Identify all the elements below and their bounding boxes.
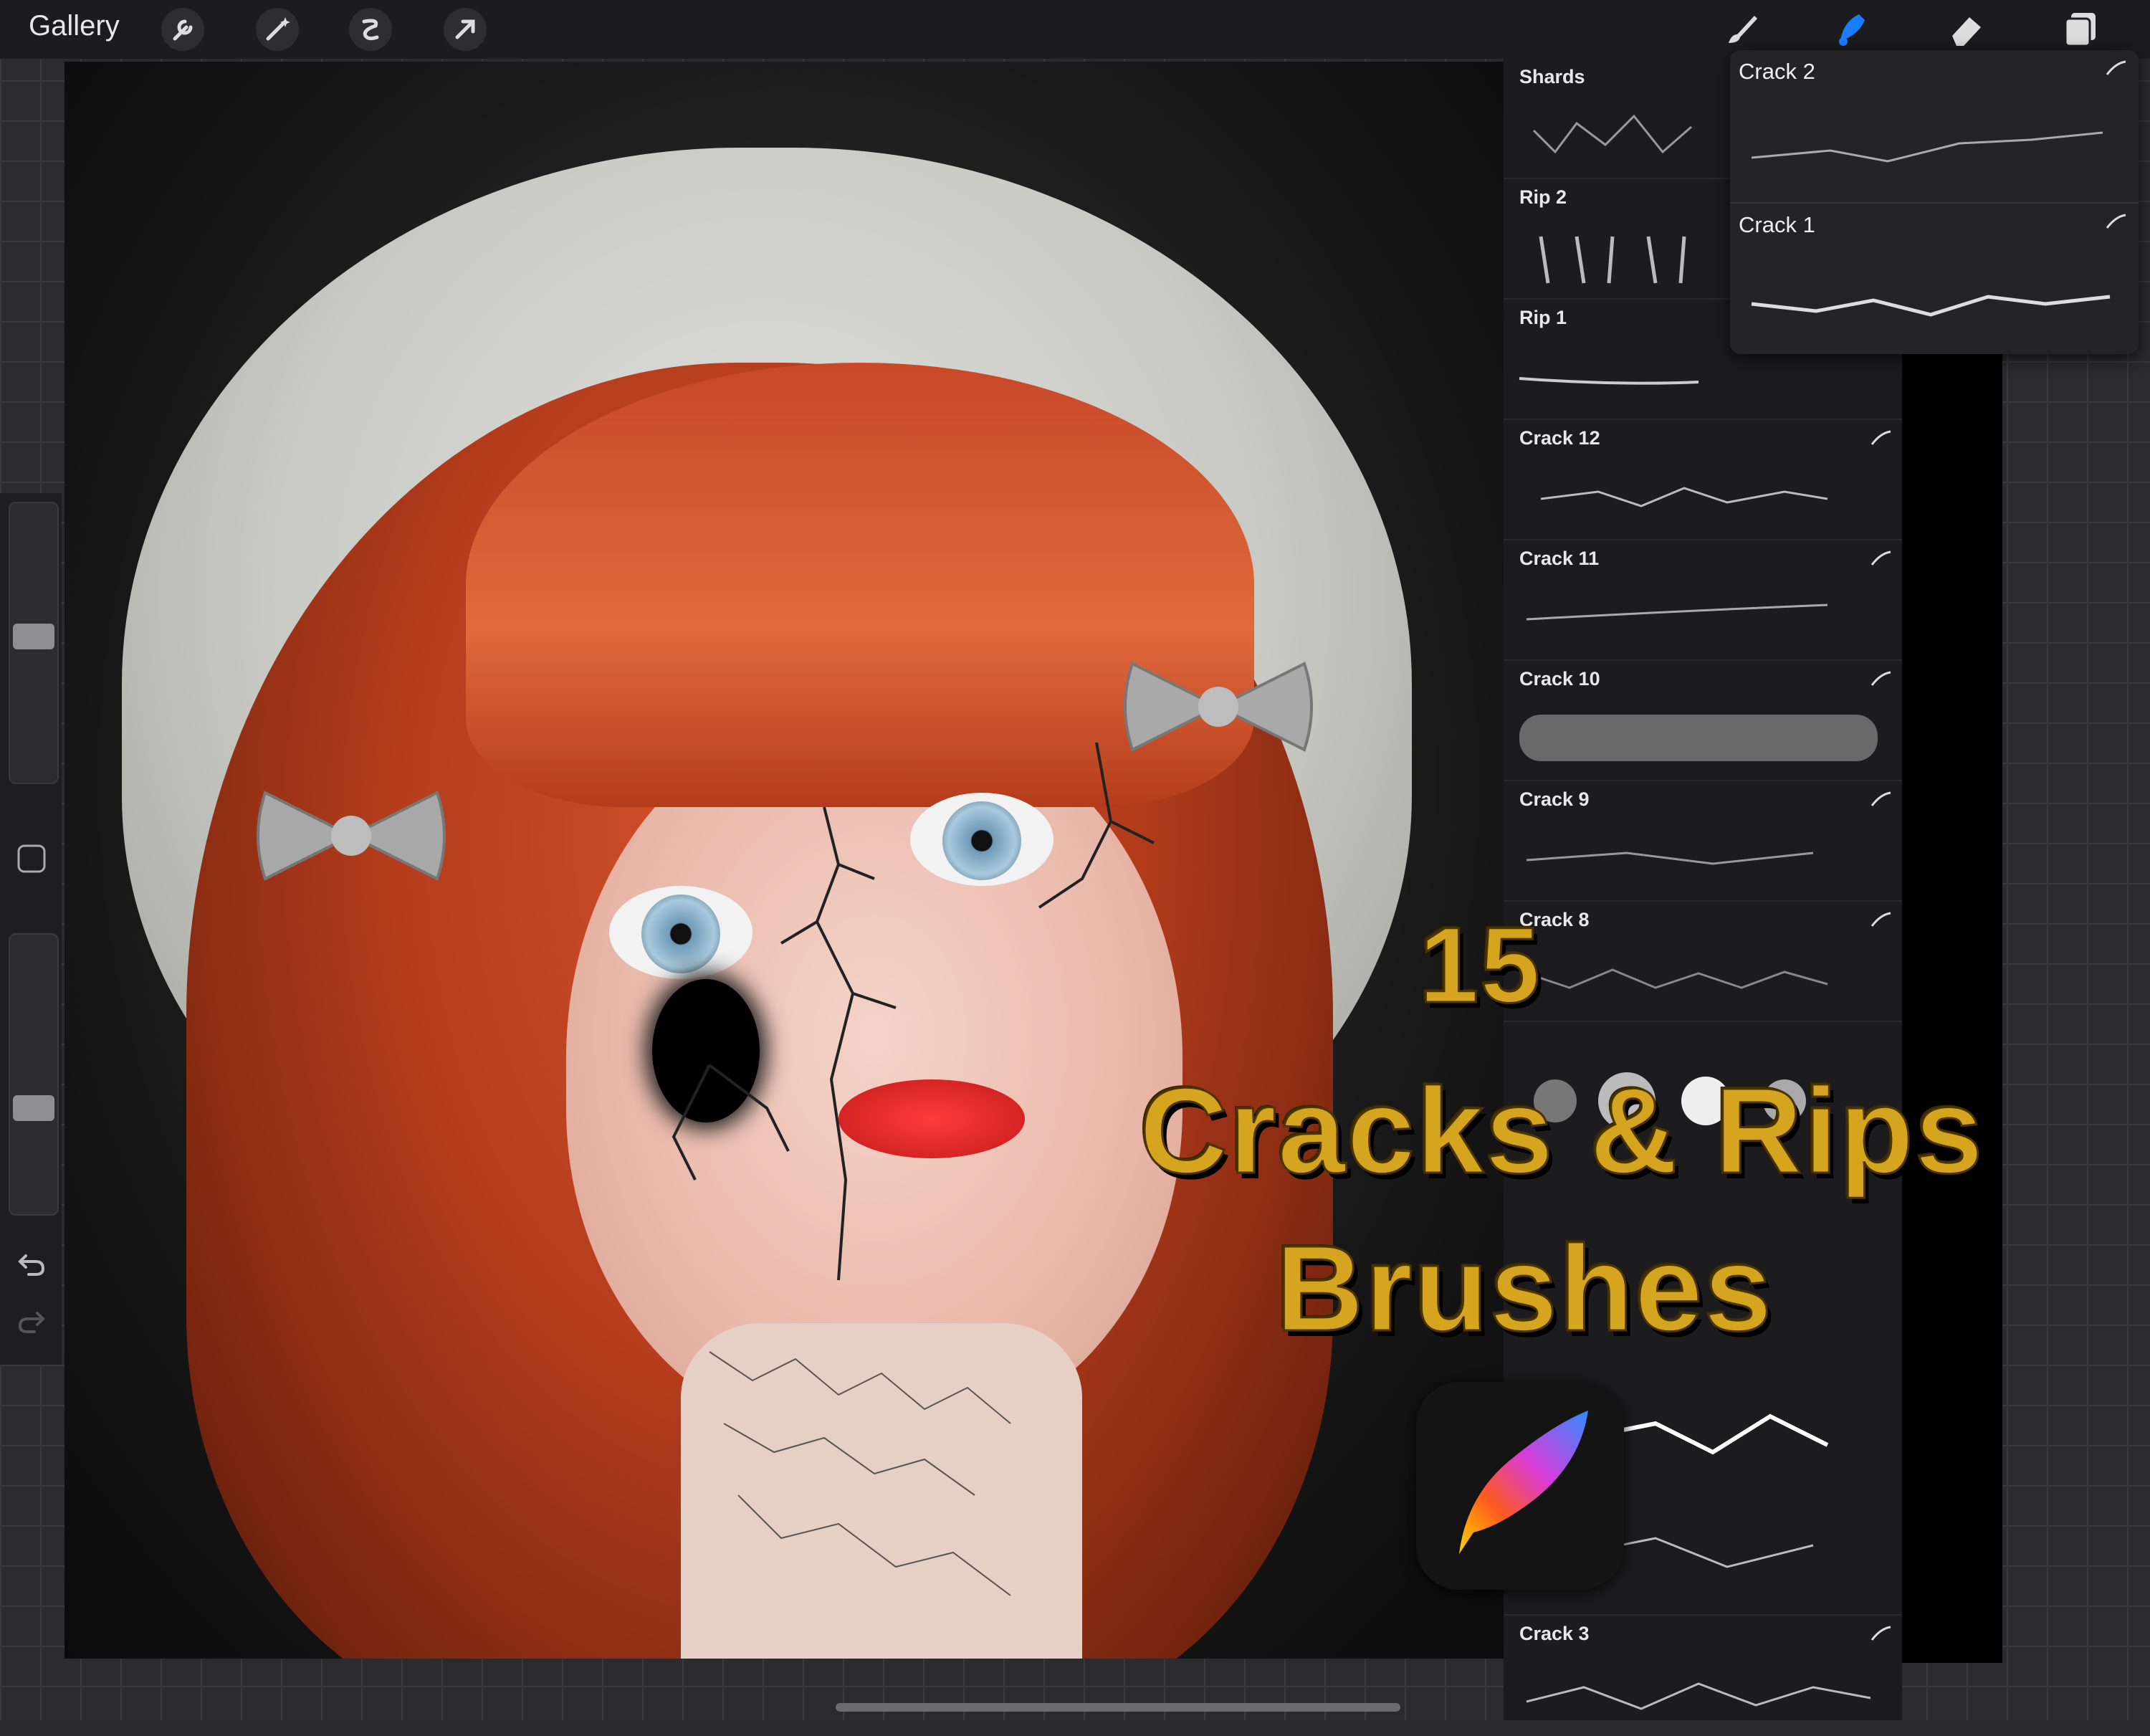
- imported-brush-mark-icon: [2106, 214, 2126, 229]
- brush-name: Crack 2: [1739, 59, 1815, 84]
- brush-icon[interactable]: [1717, 6, 1764, 53]
- brush-item-crack-9[interactable]: Crack 9: [1504, 781, 1902, 902]
- gallery-button[interactable]: Gallery: [29, 10, 120, 42]
- imported-brush-mark-icon: [1870, 1626, 1891, 1641]
- eraser-icon[interactable]: [1942, 6, 1989, 53]
- brush-stroke-preview: [1526, 1682, 1871, 1710]
- brush-stroke-preview: [1519, 715, 1878, 761]
- brush-item-crack-8[interactable]: Crack 8: [1504, 902, 1902, 1022]
- brush-stroke-preview: [1526, 968, 1828, 989]
- left-sidebar: [0, 493, 62, 1365]
- crack-lines: [672, 742, 1155, 1596]
- imported-brush-mark-icon: [1870, 430, 1891, 445]
- brush-stroke-preview: [1751, 131, 2103, 163]
- popover-brush-crack-2[interactable]: Crack 2: [1730, 50, 2139, 202]
- brush-stroke-preview: [1540, 487, 1828, 507]
- modifier-square-icon[interactable]: [14, 841, 49, 876]
- brush-item-crack-10[interactable]: Crack 10: [1504, 661, 1902, 781]
- redo-icon[interactable]: [14, 1303, 49, 1337]
- artwork-canvas[interactable]: [64, 62, 1512, 1659]
- brush-name: Crack 12: [1519, 427, 1600, 449]
- brush-stroke-preview: [1526, 604, 1828, 621]
- brush-name: Rip 2: [1519, 186, 1567, 208]
- home-indicator[interactable]: [836, 1703, 1400, 1712]
- imported-brush-mark-icon: [1870, 791, 1891, 806]
- brush-name: Crack 9: [1519, 788, 1590, 810]
- headline-subtitle: Brushes: [1274, 1220, 1774, 1358]
- brush-name: Crack 1: [1739, 212, 1815, 237]
- headline-count: 15: [1418, 904, 1542, 1026]
- layers-icon[interactable]: [2057, 6, 2104, 53]
- procreate-logo-icon: [1416, 1382, 1624, 1590]
- brush-popover: Crack 2 Crack 1: [1730, 50, 2139, 354]
- imported-brush-mark-icon: [2106, 60, 2126, 75]
- brush-name: Crack 10: [1519, 668, 1600, 690]
- imported-brush-mark-icon: [1870, 671, 1891, 686]
- magic-wand-icon[interactable]: [254, 6, 301, 53]
- brush-size-slider-thumb[interactable]: [13, 624, 54, 649]
- selection-icon[interactable]: [347, 6, 394, 53]
- brush-item-crack-3[interactable]: Crack 3: [1504, 1616, 1902, 1736]
- brush-studio-edge: [1902, 344, 2002, 1663]
- undo-icon[interactable]: [14, 1246, 49, 1280]
- opacity-slider-thumb[interactable]: [13, 1095, 54, 1121]
- headline-title: Cracks & Rips: [1139, 1062, 1984, 1201]
- brush-name: Crack 11: [1519, 548, 1600, 569]
- imported-brush-mark-icon: [1870, 550, 1891, 566]
- brush-size-slider[interactable]: [9, 502, 59, 784]
- brush-item-crack-11[interactable]: Crack 11: [1504, 540, 1902, 661]
- opacity-slider[interactable]: [9, 933, 59, 1216]
- brush-name: Shards: [1519, 66, 1585, 87]
- brush-stroke-preview: [1526, 852, 1814, 865]
- smudge-icon[interactable]: [1826, 6, 1873, 53]
- imported-brush-mark-icon: [1870, 912, 1891, 927]
- wrench-icon[interactable]: [159, 6, 206, 53]
- brush-stroke-preview: [1751, 295, 2111, 317]
- transform-arrow-icon[interactable]: [441, 6, 489, 53]
- brush-name: Crack 3: [1519, 1623, 1590, 1644]
- popover-brush-crack-1[interactable]: Crack 1: [1730, 202, 2139, 356]
- brush-item-crack-12[interactable]: Crack 12: [1504, 420, 1902, 540]
- brush-name: Rip 1: [1519, 307, 1567, 328]
